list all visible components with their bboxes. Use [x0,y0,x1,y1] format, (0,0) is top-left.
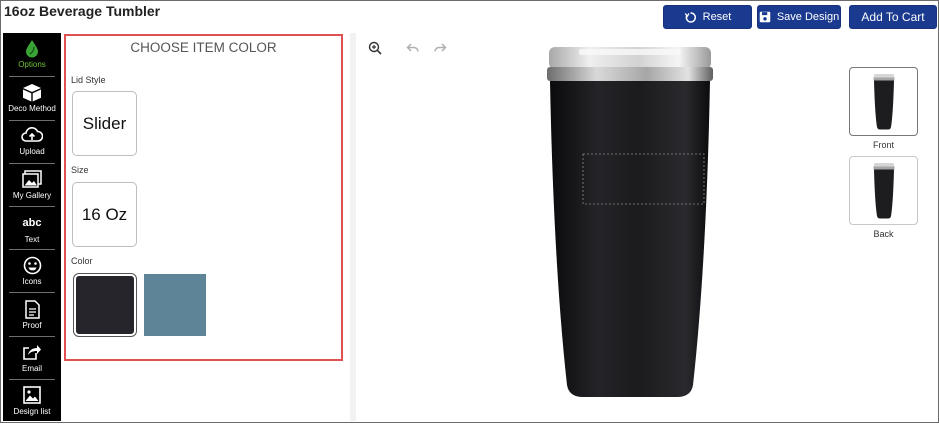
size-option[interactable]: 16 Oz [72,182,137,247]
sidebar-divider [9,336,55,337]
tumbler-front-thumbnail [873,73,894,129]
tumbler-body [550,81,710,397]
sidebar-item-label: Deco Method [8,104,56,113]
sidebar-item-my-gallery[interactable]: My Gallery [3,166,61,209]
sidebar-item-label: Proof [22,321,42,330]
sidebar-item-label: Upload [19,147,45,156]
sidebar-item-options[interactable]: Options [3,35,61,78]
sidebar-divider [9,249,55,250]
sidebar-item-deco-method[interactable]: Deco Method [3,79,61,122]
document-icon [21,299,43,319]
tumbler-back-thumbnail [873,162,894,218]
sidebar-item-email[interactable]: Email [3,339,61,382]
redo-icon[interactable] [433,41,447,55]
sidebar-item-label: Icons [22,277,42,286]
color-label: Color [71,256,93,266]
color-swatch-blue[interactable] [144,274,206,336]
panel-divider [350,33,356,421]
sidebar-item-label: My Gallery [12,191,52,200]
sidebar-divider [9,120,55,121]
add-to-cart-button[interactable]: Add To Cart [849,5,937,29]
save-design-label: Save Design [776,11,840,23]
back-view-label: Back [873,229,894,239]
leaf-icon [21,38,43,58]
front-view-label: Front [872,140,894,150]
sidebar-item-label: Design list [13,407,51,416]
sidebar-item-upload[interactable]: Upload [3,122,61,165]
cloud-upload-icon [21,125,43,145]
tumbler-preview[interactable] [521,45,751,405]
lid-style-label: Lid Style [71,75,106,85]
sidebar-divider [9,163,55,164]
sidebar-item-text[interactable]: abc Text [3,210,61,253]
text-abc-icon: abc [22,217,42,229]
color-swatch-black[interactable] [73,273,137,337]
sidebar-divider [9,76,55,77]
sidebar-divider [9,379,55,380]
floppy-disk-icon [759,11,771,23]
zoom-in-icon[interactable] [368,41,382,55]
app-window: 16oz Beverage Tumbler Reset Save Design … [0,0,939,423]
lid-style-option[interactable]: Slider [72,91,137,156]
sidebar-divider [9,292,55,293]
sidebar-item-proof[interactable]: Proof [3,296,61,339]
sidebar-item-label: Email [21,364,42,373]
save-design-button[interactable]: Save Design [757,5,841,29]
size-label: Size [71,165,89,175]
image-icon [21,385,43,405]
reset-label: Reset [702,11,732,23]
sidebar-item-design-list[interactable]: Design list [3,382,61,425]
item-options-panel: CHOOSE ITEM COLOR Lid Style Slider Size … [64,34,343,361]
reset-icon [684,11,696,23]
reset-button[interactable]: Reset [663,5,752,29]
panel-title: CHOOSE ITEM COLOR [130,40,277,55]
front-view-thumbnail[interactable] [849,67,918,136]
sidebar-item-icons[interactable]: Icons [3,252,61,295]
share-icon [21,342,43,362]
gallery-icon [21,169,43,189]
tumbler-rim [547,67,713,81]
sidebar-item-label: Options [18,60,46,69]
tool-sidebar: Options Deco Method Upload My Gallery ab… [3,33,61,421]
undo-icon[interactable] [406,41,420,55]
sidebar-item-label: Text [24,235,40,244]
smiley-icon [21,255,43,275]
back-view-thumbnail[interactable] [849,156,918,225]
box-icon [21,82,43,102]
sidebar-divider [9,206,55,207]
page-title: 16oz Beverage Tumbler [4,3,161,19]
